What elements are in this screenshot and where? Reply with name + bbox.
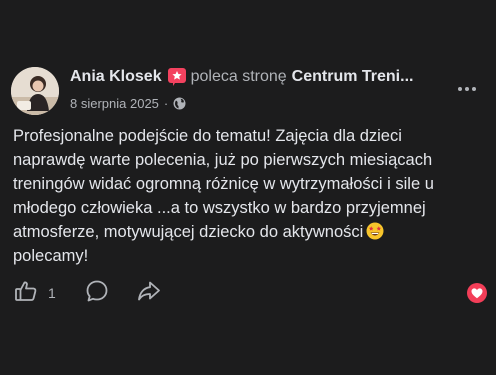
share-icon bbox=[136, 278, 162, 309]
globe-icon[interactable] bbox=[173, 97, 186, 110]
star-recommend-icon bbox=[167, 68, 186, 86]
thumbs-up-icon bbox=[13, 278, 39, 309]
comment-icon bbox=[84, 278, 110, 309]
post-actions: 1 bbox=[13, 280, 162, 306]
more-dot bbox=[458, 87, 462, 91]
post-body-line: atmosferze, motywującej dziecko do aktyw… bbox=[13, 223, 364, 241]
author-name[interactable]: Ania Klosek bbox=[70, 68, 162, 86]
comment-button[interactable] bbox=[84, 278, 110, 309]
meta-separator: · bbox=[163, 95, 169, 111]
post-body-line: polecamy! bbox=[13, 247, 89, 265]
like-button[interactable]: 1 bbox=[13, 278, 56, 309]
more-options-icon[interactable] bbox=[452, 80, 482, 98]
avatar[interactable] bbox=[11, 67, 59, 115]
post-body-line-with-emoji: atmosferze, motywującej dziecko do aktyw… bbox=[13, 220, 489, 244]
post-body: Profesjonalne podejście do tematu! Zajęc… bbox=[13, 124, 489, 268]
post-body-line: treningów widać ogromną różnicę w wytrzy… bbox=[13, 175, 434, 193]
love-reaction-icon[interactable] bbox=[467, 283, 487, 303]
post-meta: 8 sierpnia 2025 · bbox=[70, 94, 186, 112]
more-dot bbox=[472, 87, 476, 91]
recommends-text: poleca stronę bbox=[190, 68, 287, 85]
star-struck-emoji-icon bbox=[366, 222, 384, 240]
post-header: Ania Klosek poleca stronę Centrum Treni.… bbox=[70, 66, 450, 88]
review-post: Ania Klosek poleca stronę Centrum Treni.… bbox=[0, 0, 496, 375]
more-dot bbox=[465, 87, 469, 91]
post-body-line: Profesjonalne podejście do tematu! Zajęc… bbox=[13, 127, 402, 145]
post-body-line: młodego człowieka ...a to wszystko w bar… bbox=[13, 199, 426, 217]
page-name-link[interactable]: Centrum Treni... bbox=[292, 68, 414, 86]
share-button[interactable] bbox=[136, 278, 162, 309]
like-count: 1 bbox=[48, 285, 56, 301]
post-body-line: naprawdę warte polecenia, już po pierwsz… bbox=[13, 151, 433, 169]
post-date[interactable]: 8 sierpnia 2025 bbox=[70, 96, 159, 111]
